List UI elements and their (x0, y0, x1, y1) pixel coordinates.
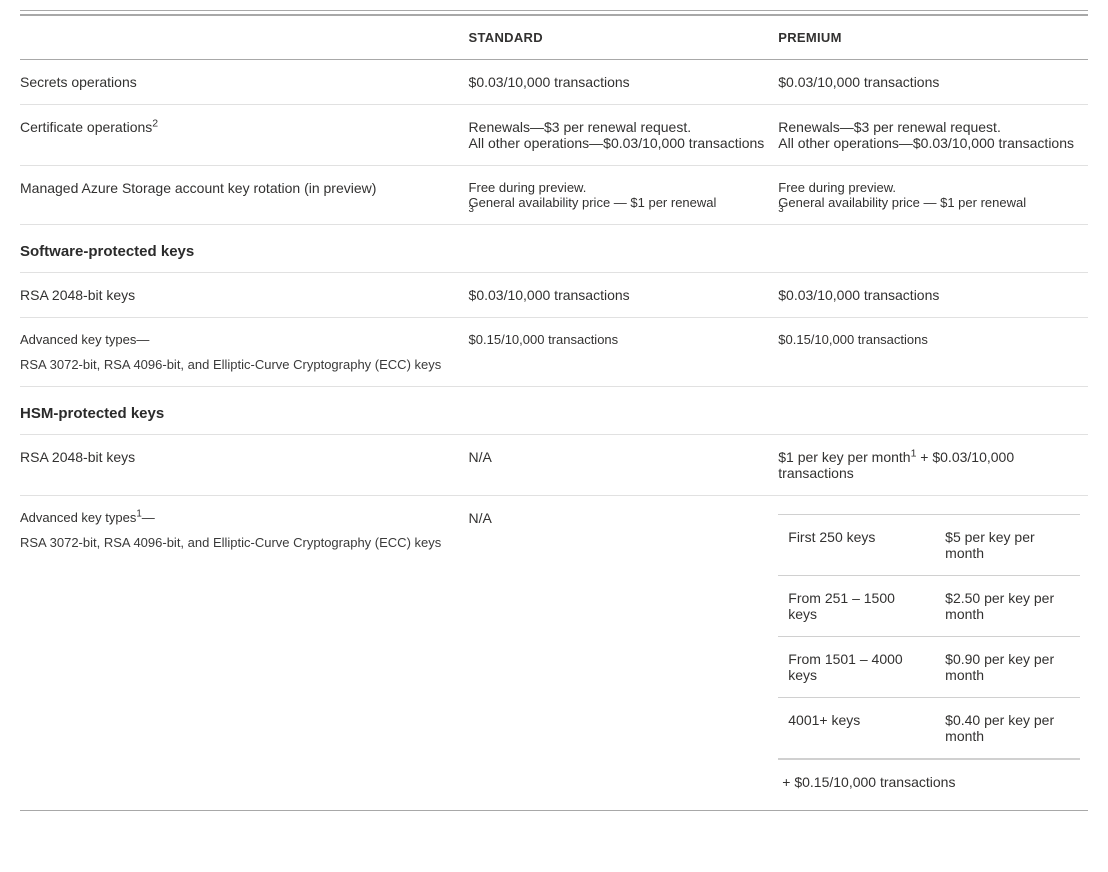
tier-price: $0.40 per key per month (935, 698, 1080, 759)
header-feature (20, 16, 469, 60)
sw-advanced-premium: $0.15/10,000 transactions (778, 318, 1088, 387)
hsm-advanced-standard: N/A (469, 496, 779, 811)
row-secrets: Secrets operations $0.03/10,000 transact… (20, 60, 1088, 105)
certs-std-l2: All other operations—$0.03/10,000 transa… (469, 135, 771, 151)
hsm-advanced-feature: Advanced key types1— RSA 3072-bit, RSA 4… (20, 496, 469, 811)
section-hsm-title: HSM-protected keys (20, 387, 1088, 435)
hsm-rsa2048-standard: N/A (469, 435, 779, 496)
header-standard: STANDARD (469, 16, 779, 60)
tier-price: $5 per key per month (935, 515, 1080, 576)
storage-standard: Free during preview. General availabilit… (469, 166, 779, 225)
tier-row: 4001+ keys $0.40 per key per month (778, 698, 1080, 759)
certs-feature-sup: 2 (152, 117, 158, 129)
storage-feature: Managed Azure Storage account key rotati… (20, 166, 469, 225)
hsm-tier-table: First 250 keys $5 per key per month From… (778, 514, 1080, 759)
row-certs: Certificate operations2 Renewals—$3 per … (20, 105, 1088, 166)
tier-range: First 250 keys (778, 515, 935, 576)
tier-range: From 1501 – 4000 keys (778, 637, 935, 698)
certs-std-l1: Renewals—$3 per renewal request. (469, 119, 771, 135)
storage-prem-l1: Free during preview. (778, 180, 1080, 195)
header-premium: PREMIUM (778, 16, 1088, 60)
tier-range: From 251 – 1500 keys (778, 576, 935, 637)
section-software: Software-protected keys (20, 225, 1088, 273)
storage-std-l1: Free during preview. (469, 180, 771, 195)
pricing-table: STANDARD PREMIUM Secrets operations $0.0… (20, 15, 1088, 811)
certs-premium: Renewals—$3 per renewal request. All oth… (778, 105, 1088, 166)
tier-row: From 251 – 1500 keys $2.50 per key per m… (778, 576, 1080, 637)
pricing-header-row: STANDARD PREMIUM (20, 16, 1088, 60)
certs-standard: Renewals—$3 per renewal request. All oth… (469, 105, 779, 166)
hsm-rsa2048-feature: RSA 2048-bit keys (20, 435, 469, 496)
certs-prem-l1: Renewals—$3 per renewal request. (778, 119, 1080, 135)
hsm-rsa2048-premium: $1 per key per month1 + $0.03/10,000 tra… (778, 435, 1088, 496)
sw-rsa2048-standard: $0.03/10,000 transactions (469, 273, 779, 318)
row-sw-advanced: Advanced key types— RSA 3072-bit, RSA 40… (20, 318, 1088, 387)
tier-row: From 1501 – 4000 keys $0.90 per key per … (778, 637, 1080, 698)
row-sw-rsa2048: RSA 2048-bit keys $0.03/10,000 transacti… (20, 273, 1088, 318)
certs-feature: Certificate operations2 (20, 105, 469, 166)
secrets-premium: $0.03/10,000 transactions (778, 60, 1088, 105)
hsm-advanced-main: Advanced key types1— (20, 510, 155, 525)
hsm-advanced-premium: First 250 keys $5 per key per month From… (778, 496, 1088, 811)
row-storage: Managed Azure Storage account key rotati… (20, 166, 1088, 225)
sw-advanced-sub: RSA 3072-bit, RSA 4096-bit, and Elliptic… (20, 357, 461, 372)
tier-addendum: + $0.15/10,000 transactions (778, 759, 1080, 796)
certs-feature-text: Certificate operations (20, 119, 152, 135)
storage-premium: Free during preview. General availabilit… (778, 166, 1088, 225)
tier-price: $0.90 per key per month (935, 637, 1080, 698)
tier-row: First 250 keys $5 per key per month (778, 515, 1080, 576)
sw-advanced-main: Advanced key types— (20, 332, 149, 347)
section-hsm: HSM-protected keys (20, 387, 1088, 435)
certs-prem-l2: All other operations—$0.03/10,000 transa… (778, 135, 1080, 151)
storage-prem-l2: General availability price — $1 per rene… (778, 195, 1080, 210)
sw-advanced-feature: Advanced key types— RSA 3072-bit, RSA 40… (20, 318, 469, 387)
tier-range: 4001+ keys (778, 698, 935, 759)
row-hsm-rsa2048: RSA 2048-bit keys N/A $1 per key per mon… (20, 435, 1088, 496)
sw-advanced-standard: $0.15/10,000 transactions (469, 318, 779, 387)
section-software-title: Software-protected keys (20, 225, 1088, 273)
secrets-feature: Secrets operations (20, 60, 469, 105)
secrets-standard: $0.03/10,000 transactions (469, 60, 779, 105)
sw-rsa2048-premium: $0.03/10,000 transactions (778, 273, 1088, 318)
sw-rsa2048-feature: RSA 2048-bit keys (20, 273, 469, 318)
storage-std-l2: General availability price — $1 per rene… (469, 195, 771, 210)
tier-price: $2.50 per key per month (935, 576, 1080, 637)
row-hsm-advanced: Advanced key types1— RSA 3072-bit, RSA 4… (20, 496, 1088, 811)
hsm-advanced-sub: RSA 3072-bit, RSA 4096-bit, and Elliptic… (20, 535, 461, 550)
